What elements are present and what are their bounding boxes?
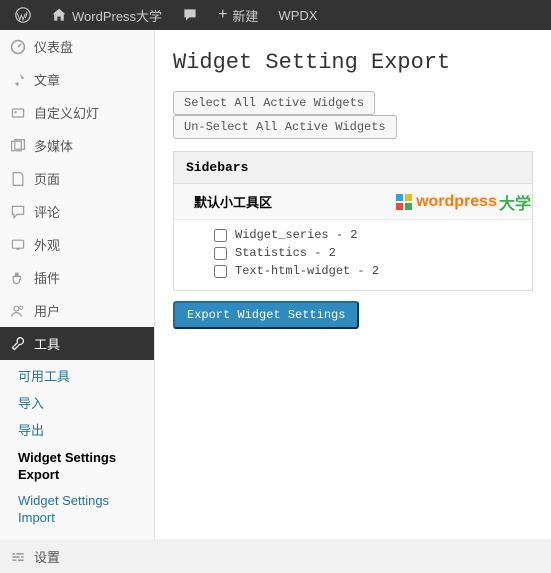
tools-submenu: 可用工具 导入 导出 Widget Settings Export Widget… (0, 360, 154, 540)
submenu-widget-import[interactable]: Widget Settings Import (12, 488, 154, 532)
plus-icon: + (218, 6, 227, 24)
sidebar-item-label: 文章 (34, 70, 60, 89)
users-icon (10, 303, 26, 319)
sidebar-item-dashboard[interactable]: 仪表盘 (0, 30, 154, 63)
sidebar-item-appearance[interactable]: 外观 (0, 228, 154, 261)
submenu-widget-export[interactable]: Widget Settings Export (12, 445, 154, 489)
home-icon (51, 7, 67, 23)
appearance-icon (10, 237, 26, 253)
sidebar-item-label: 外观 (34, 235, 60, 254)
widget-checkbox[interactable] (214, 247, 227, 260)
widget-row: Widget_series - 2 (214, 226, 532, 244)
slides-icon (10, 105, 26, 121)
comments-link[interactable] (172, 0, 208, 30)
widget-row: Text-html-widget - 2 (214, 262, 532, 280)
sidebar-item-pages[interactable]: 页面 (0, 162, 154, 195)
sidebar-item-label: 工具 (34, 334, 60, 353)
new-label: 新建 (232, 6, 258, 25)
sidebar-item-media[interactable]: 多媒体 (0, 129, 154, 162)
sidebar-item-label: 设置 (34, 547, 60, 566)
pin-icon (10, 72, 26, 88)
plugin-icon (10, 270, 26, 286)
sidebar-item-label: 页面 (34, 169, 60, 188)
comments-icon (10, 204, 26, 220)
sidebar-item-label: 评论 (34, 202, 60, 221)
widget-label: Widget_series - 2 (235, 228, 357, 242)
page-title: Widget Setting Export (173, 50, 533, 75)
sidebar-item-settings[interactable]: 设置 (0, 540, 154, 573)
widget-checkbox[interactable] (214, 265, 227, 278)
sidebar-item-label: 插件 (34, 268, 60, 287)
dashboard-icon (10, 39, 26, 55)
submenu-import[interactable]: 导入 (12, 391, 154, 418)
admin-sidebar: 仪表盘 文章 自定义幻灯 多媒体 页面 评论 外观 插件 (0, 30, 155, 539)
sidebar-item-users[interactable]: 用户 (0, 294, 154, 327)
widget-label: Text-html-widget - 2 (235, 264, 379, 278)
new-content-link[interactable]: + 新建 (208, 0, 268, 30)
panel-header: Sidebars (174, 152, 532, 184)
widget-row: Statistics - 2 (214, 244, 532, 262)
export-button[interactable]: Export Widget Settings (173, 301, 359, 329)
settings-icon (10, 549, 26, 565)
submenu-export[interactable]: 导出 (12, 418, 154, 445)
comment-bubble-icon (182, 7, 198, 23)
tools-icon (10, 336, 26, 352)
media-icon (10, 138, 26, 154)
sidebar-item-plugins[interactable]: 插件 (0, 261, 154, 294)
page-icon (10, 171, 26, 187)
sidebar-item-label: 用户 (34, 301, 60, 320)
sidebar-item-comments[interactable]: 评论 (0, 195, 154, 228)
sidebar-item-slides[interactable]: 自定义幻灯 (0, 96, 154, 129)
admin-topbar: WordPress大学 + 新建 WPDX (0, 0, 551, 30)
sidebar-item-tools[interactable]: 工具 (0, 327, 154, 360)
wordpress-icon (15, 7, 31, 23)
sidebar-item-label: 仪表盘 (34, 37, 73, 56)
submenu-available-tools[interactable]: 可用工具 (12, 364, 154, 391)
sidebars-panel: Sidebars 默认小工具区 Widget_series - 2 Statis… (173, 151, 533, 291)
sidebar-item-label: 自定义幻灯 (34, 103, 99, 122)
site-name-label: WordPress大学 (72, 6, 162, 25)
main-content: Widget Setting Export Select All Active … (155, 30, 551, 539)
panel-subheader: 默认小工具区 (174, 184, 532, 220)
sidebar-item-posts[interactable]: 文章 (0, 63, 154, 96)
wp-logo[interactable] (5, 0, 41, 30)
wpdx-link[interactable]: WPDX (268, 0, 327, 30)
unselect-all-button[interactable]: Un-Select All Active Widgets (173, 115, 397, 139)
select-all-button[interactable]: Select All Active Widgets (173, 91, 375, 115)
site-name-link[interactable]: WordPress大学 (41, 0, 172, 30)
sidebar-item-label: 多媒体 (34, 136, 73, 155)
widget-label: Statistics - 2 (235, 246, 336, 260)
wpdx-label: WPDX (278, 8, 317, 23)
widget-checkbox[interactable] (214, 229, 227, 242)
widget-list: Widget_series - 2 Statistics - 2 Text-ht… (174, 220, 532, 290)
